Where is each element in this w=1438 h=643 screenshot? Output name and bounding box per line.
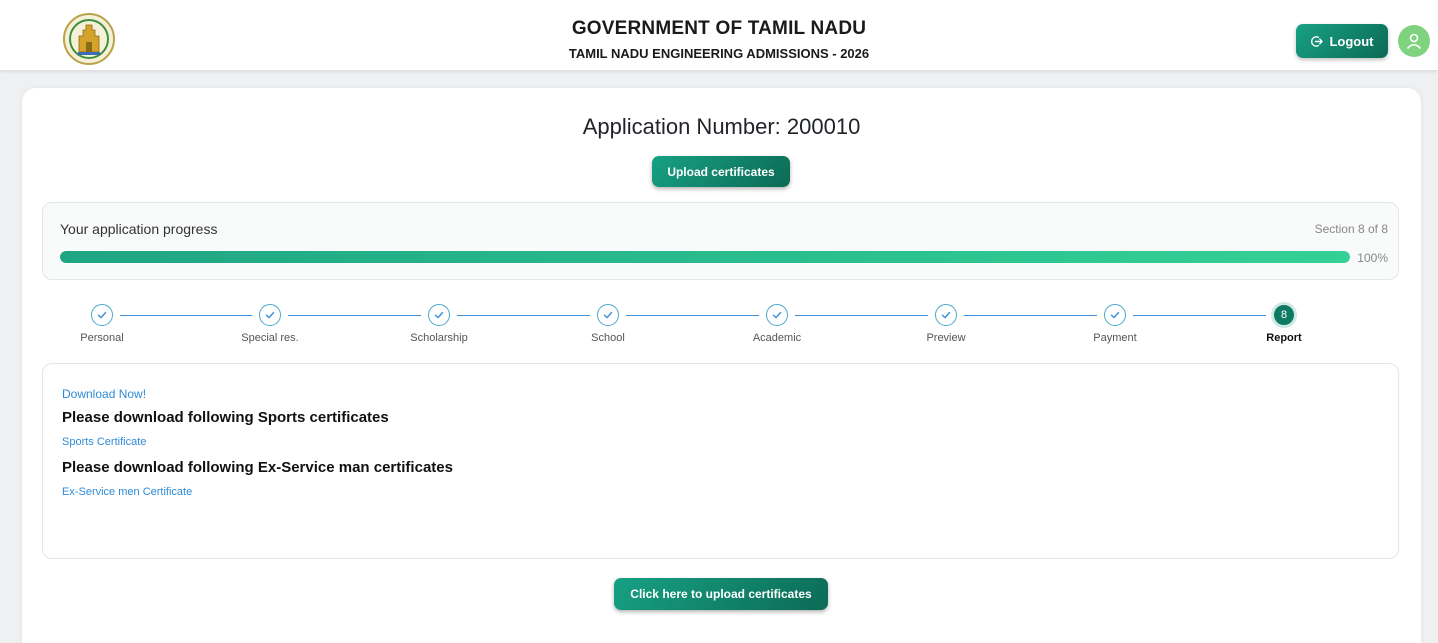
progress-bar — [60, 251, 1350, 263]
application-number: Application Number: 200010 — [582, 114, 861, 139]
step-school[interactable]: School — [558, 304, 658, 344]
progress-label: Your application progress — [60, 221, 218, 237]
progress-percent: 100% — [1357, 251, 1388, 265]
step-payment[interactable]: Payment — [1065, 304, 1165, 344]
application-card: Application Number: 200010 Upload certif… — [22, 88, 1421, 643]
step-label: Preview — [926, 332, 966, 344]
sports-heading: Please download following Sports certifi… — [62, 409, 389, 426]
step-special-res[interactable]: Special res. — [220, 304, 320, 344]
report-panel: Download Now! Please download following … — [42, 363, 1399, 559]
user-icon — [1406, 33, 1422, 50]
page-title: GOVERNMENT OF TAMIL NADU — [571, 18, 867, 39]
logout-icon — [1311, 35, 1324, 47]
checkmark-icon — [434, 311, 444, 319]
step-label: Report — [1266, 332, 1302, 344]
step-check-circle — [935, 304, 957, 326]
step-label: Payment — [1093, 332, 1137, 344]
sports-certificate-link[interactable]: Sports Certificate — [62, 436, 146, 448]
exservice-certificate-link[interactable]: Ex-Service men Certificate — [62, 486, 192, 498]
step-check-circle — [428, 304, 450, 326]
page-subtitle: TAMIL NADU ENGINEERING ADMISSIONS - 2026 — [568, 46, 870, 61]
step-check-circle — [259, 304, 281, 326]
exservice-heading: Please download following Ex-Service man… — [62, 459, 453, 476]
step-check-circle — [597, 304, 619, 326]
step-preview[interactable]: Preview — [896, 304, 996, 344]
step-academic[interactable]: Academic — [727, 304, 827, 344]
click-upload-certificates-button[interactable]: Click here to upload certificates — [614, 578, 828, 610]
header-titles: GOVERNMENT OF TAMIL NADU TAMIL NADU ENGI… — [0, 18, 1438, 61]
checkmark-icon — [265, 311, 275, 319]
application-stepper: Personal Special res. Scholarship School Aca… — [22, 300, 1421, 360]
step-label: Academic — [752, 332, 802, 344]
logout-button[interactable]: Logout — [1296, 24, 1388, 58]
step-report[interactable]: 8 Report — [1234, 302, 1334, 344]
download-now-link[interactable]: Download Now! — [62, 387, 146, 401]
step-label: Special res. — [241, 332, 299, 344]
checkmark-icon — [941, 311, 951, 319]
step-label: Scholarship — [410, 332, 468, 344]
checkmark-icon — [1110, 311, 1120, 319]
user-avatar[interactable] — [1398, 25, 1430, 57]
progress-section: Section 8 of 8 — [1314, 222, 1388, 236]
top-header: GOVERNMENT OF TAMIL NADU TAMIL NADU ENGI… — [0, 0, 1438, 70]
checkmark-icon — [603, 311, 613, 319]
step-check-circle — [766, 304, 788, 326]
step-label: School — [591, 332, 625, 344]
progress-panel: Your application progress Section 8 of 8… — [42, 202, 1399, 280]
checkmark-icon — [772, 311, 782, 319]
step-number-badge: 8 — [1271, 302, 1297, 328]
step-check-circle — [1104, 304, 1126, 326]
progress-bar-fill — [60, 251, 1350, 263]
step-check-circle — [91, 304, 113, 326]
step-personal[interactable]: Personal — [52, 304, 152, 344]
step-label: Personal — [80, 332, 124, 344]
checkmark-icon — [97, 311, 107, 319]
logout-label: Logout — [1329, 33, 1374, 49]
step-scholarship[interactable]: Scholarship — [389, 304, 489, 344]
upload-certificates-button[interactable]: Upload certificates — [652, 156, 790, 187]
